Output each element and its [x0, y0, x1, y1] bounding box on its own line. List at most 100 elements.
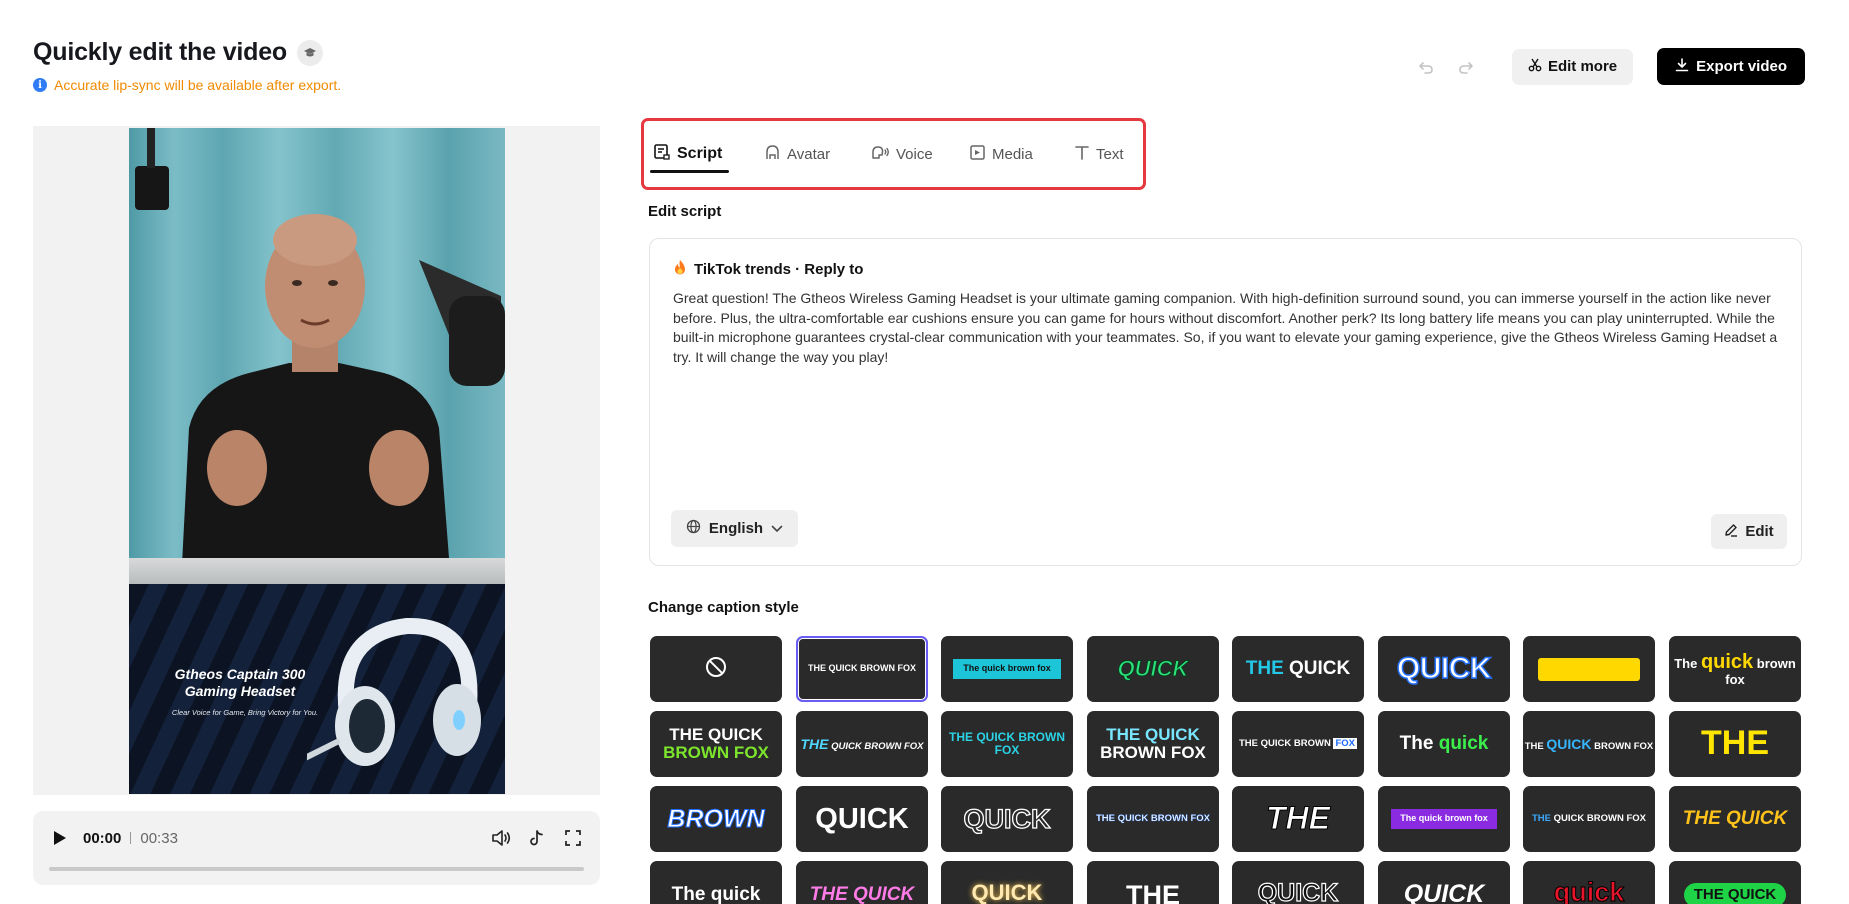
download-icon — [1675, 57, 1689, 76]
duration: 00:33 — [140, 829, 178, 847]
notice-text: Accurate lip-sync will be available afte… — [54, 77, 342, 93]
export-label: Export video — [1696, 58, 1787, 75]
tab-avatar-label: Avatar — [787, 145, 831, 163]
caption-style-option[interactable]: THE QUICK — [1669, 786, 1801, 852]
export-video-button[interactable]: Export video — [1657, 48, 1805, 85]
time-separator — [130, 832, 132, 844]
presenter-scene — [129, 128, 505, 584]
tab-text[interactable]: Text — [1074, 141, 1124, 167]
yellow-bar-sample — [1538, 657, 1640, 681]
product-name: Gtheos Captain 300 Gaming Headset — [174, 666, 306, 699]
current-time: 00:00 — [83, 829, 122, 847]
desk — [129, 558, 505, 584]
edit-script-button[interactable]: Edit — [1711, 514, 1787, 549]
redo-icon[interactable] — [1446, 49, 1486, 85]
play-icon[interactable] — [49, 827, 71, 849]
globe-icon — [686, 519, 701, 538]
tab-avatar[interactable]: Avatar — [764, 141, 830, 167]
chevron-down-icon — [771, 520, 783, 537]
caption-style-option[interactable]: THE QUICK BROWN FOX — [941, 711, 1073, 777]
caption-style-none[interactable] — [650, 636, 782, 702]
page-title: Quickly edit the video — [33, 38, 287, 66]
caption-style-option[interactable]: QUICK — [1378, 861, 1510, 904]
caption-style-option[interactable]: The quick brown fox — [941, 636, 1073, 702]
caption-style-option[interactable]: quick — [1523, 861, 1655, 904]
tab-script[interactable]: Script — [653, 141, 722, 167]
editor-tabs: Script Avatar Voice Media Text — [641, 118, 1146, 190]
scissors-icon — [1528, 58, 1542, 76]
tab-media-label: Media — [992, 145, 1033, 163]
caption-style-option[interactable]: QUICK — [1232, 861, 1364, 904]
volume-icon[interactable] — [490, 827, 512, 849]
media-icon — [969, 144, 986, 165]
tab-text-label: Text — [1096, 145, 1124, 163]
active-tab-indicator — [650, 170, 729, 173]
top-actions: Edit more Export video — [1406, 48, 1805, 85]
caption-style-option[interactable]: THE QUICK BROWN FOX — [1087, 711, 1219, 777]
caption-style-grid: THE QUICK BROWN FOX The quick brown fox … — [650, 636, 1805, 904]
tiktok-icon[interactable] — [526, 827, 548, 849]
no-caption-icon — [705, 656, 727, 683]
caption-style-option[interactable]: QUICK — [796, 786, 928, 852]
edit-label: Edit — [1745, 523, 1774, 540]
caption-style-option[interactable]: THE QUICK — [796, 861, 928, 904]
video-frame[interactable]: Gtheos Captain 300 Gaming Headset Clear … — [129, 128, 505, 794]
caption-style-heading: Change caption style — [648, 599, 799, 616]
caption-style-option[interactable]: The quick — [1378, 711, 1510, 777]
caption-style-option[interactable]: The quick — [650, 861, 782, 904]
script-source-label: TikTok trends · Reply to — [694, 261, 864, 278]
headset-image — [307, 617, 481, 766]
page-header: Quickly edit the video i Accurate lip-sy… — [33, 38, 341, 93]
undo-icon[interactable] — [1406, 49, 1446, 85]
pencil-icon — [1724, 523, 1738, 541]
caption-style-option[interactable]: THE — [1087, 861, 1219, 904]
tab-voice[interactable]: Voice — [870, 141, 933, 167]
caption-style-option[interactable]: THE QUICK BROWN FOX — [1232, 711, 1364, 777]
caption-style-option[interactable]: QUICK — [941, 786, 1073, 852]
fire-icon — [673, 259, 687, 280]
caption-style-sample: THE QUICK — [1683, 883, 1787, 904]
graduation-cap-icon[interactable] — [297, 39, 323, 66]
player-controls: 00:00 00:33 — [33, 811, 600, 885]
language-label: English — [708, 520, 764, 537]
caption-style-option[interactable]: THE QUICK — [1669, 861, 1801, 904]
edit-more-button[interactable]: Edit more — [1511, 48, 1634, 85]
caption-style-option[interactable]: BROWN — [650, 786, 782, 852]
script-text[interactable]: Great question! The Gtheos Wireless Gami… — [673, 289, 1781, 367]
caption-style-option[interactable]: QUICK — [1378, 636, 1510, 702]
script-card: TikTok trends · Reply to Great question!… — [649, 238, 1802, 566]
voice-icon — [870, 144, 890, 165]
caption-style-option[interactable]: THE — [1232, 786, 1364, 852]
edit-more-label: Edit more — [1547, 58, 1618, 75]
caption-style-sample: The quick brown fox — [953, 659, 1061, 679]
seek-bar[interactable] — [49, 867, 584, 871]
caption-style-option[interactable]: THE QUICK — [1232, 636, 1364, 702]
script-source: TikTok trends · Reply to — [673, 259, 863, 280]
avatar-icon — [764, 144, 781, 165]
caption-style-option[interactable]: THE — [1669, 711, 1801, 777]
text-icon — [1074, 144, 1090, 165]
tab-script-label: Script — [677, 145, 723, 162]
caption-style-option[interactable]: THE QUICK BROWN FOX — [1523, 711, 1655, 777]
caption-style-option[interactable]: THE QUICK BROWN FOX — [796, 636, 928, 702]
tab-voice-label: Voice — [896, 145, 933, 163]
caption-style-option[interactable]: THE QUICK BROWN FOX — [1523, 786, 1655, 852]
caption-style-option[interactable]: THE QUICK BROWN FOX — [650, 711, 782, 777]
product-tagline: Clear Voice for Game, Bring Victory for … — [171, 708, 319, 717]
caption-style-option[interactable]: THE QUICK BROWN FOX — [1087, 786, 1219, 852]
caption-style-option[interactable]: The quick brown fox — [1669, 636, 1801, 702]
caption-style-option[interactable] — [1523, 636, 1655, 702]
caption-style-option[interactable]: THE QUICK BROWN FOX — [796, 711, 928, 777]
language-select[interactable]: English — [671, 510, 798, 547]
product-banner: Gtheos Captain 300 Gaming Headset Clear … — [129, 584, 505, 794]
caption-style-sample: The quick brown fox — [1391, 809, 1497, 829]
edit-script-heading: Edit script — [648, 203, 722, 220]
script-icon — [653, 143, 671, 166]
fullscreen-icon[interactable] — [562, 827, 584, 849]
caption-style-option[interactable]: The quick brown fox — [1378, 786, 1510, 852]
caption-style-option[interactable]: QUICK — [1087, 636, 1219, 702]
info-icon: i — [33, 78, 47, 92]
tab-media[interactable]: Media — [969, 141, 1033, 167]
lip-sync-notice: i Accurate lip-sync will be available af… — [33, 77, 341, 93]
caption-style-option[interactable]: QUICK — [941, 861, 1073, 904]
